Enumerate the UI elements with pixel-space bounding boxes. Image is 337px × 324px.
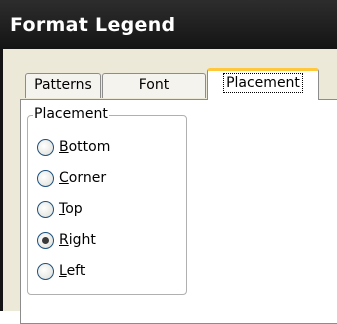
tab-font[interactable]: Font	[102, 73, 206, 98]
radio-button[interactable]	[37, 138, 54, 156]
window-title: Format Legend	[10, 14, 176, 36]
radio-button[interactable]	[37, 200, 54, 218]
tab-patterns[interactable]: Patterns	[25, 73, 101, 98]
label-rest: orner	[68, 170, 107, 186]
radio-bottom[interactable]: Bottom	[37, 136, 110, 158]
placement-group-label: Placement	[33, 106, 109, 122]
radio-label-right: Right	[59, 232, 96, 248]
radio-label-top: Top	[59, 201, 83, 217]
radio-label-left: Left	[59, 263, 85, 279]
label-rest: ottom	[68, 139, 111, 155]
label-rest: eft	[66, 263, 86, 279]
radio-button[interactable]	[37, 169, 54, 187]
mnemonic: R	[59, 232, 69, 248]
mnemonic: L	[59, 263, 67, 279]
label-rest: ight	[68, 232, 96, 248]
mnemonic: C	[59, 170, 69, 186]
radio-button[interactable]	[37, 231, 54, 249]
dialog-body: Patterns Font Placement Placement Bottom…	[0, 49, 337, 324]
radio-left[interactable]: Left	[37, 260, 85, 282]
tab-placement[interactable]: Placement	[207, 68, 319, 100]
radio-button[interactable]	[37, 262, 54, 280]
radio-top[interactable]: Top	[37, 198, 83, 220]
mnemonic: B	[59, 139, 69, 155]
radio-label-bottom: Bottom	[59, 139, 110, 155]
radio-corner[interactable]: Corner	[37, 167, 106, 189]
title-bar[interactable]: Format Legend	[0, 0, 337, 49]
label-rest: op	[65, 201, 83, 217]
radio-label-corner: Corner	[59, 170, 106, 186]
tab-placement-label: Placement	[223, 73, 303, 93]
radio-right[interactable]: Right	[37, 229, 96, 251]
